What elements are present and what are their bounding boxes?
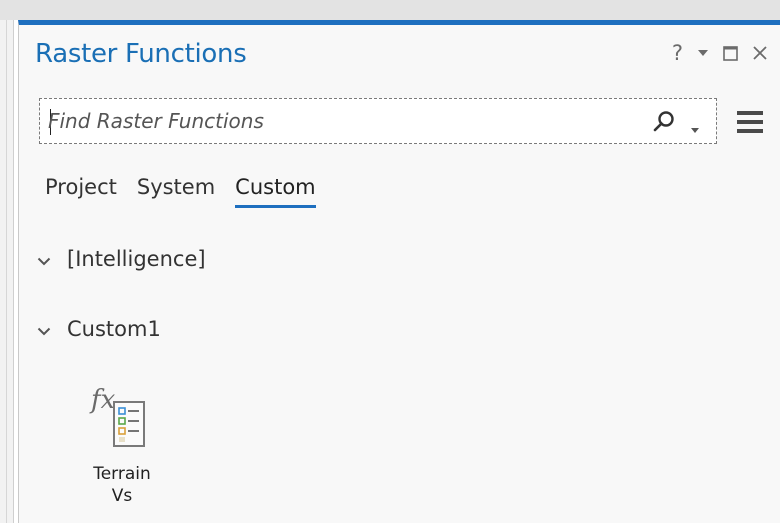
group-header-intelligence[interactable]: [Intelligence]	[37, 247, 206, 271]
search-options-chevron-down-icon[interactable]	[690, 119, 700, 138]
tab-system[interactable]: System	[137, 175, 215, 208]
tab-custom[interactable]: Custom	[235, 175, 316, 208]
maximize-icon[interactable]	[723, 39, 738, 67]
raster-functions-pane: Raster Functions ? Find Raster Functions…	[18, 20, 780, 523]
app-background	[0, 0, 780, 20]
group-header-custom1[interactable]: Custom1	[37, 317, 161, 341]
function-label: Terrain Vs	[93, 464, 151, 506]
group-label: [Intelligence]	[67, 247, 206, 271]
close-icon[interactable]	[752, 39, 768, 67]
chevron-down-icon[interactable]	[37, 247, 51, 271]
search-input[interactable]	[48, 105, 628, 137]
group-label: Custom1	[67, 317, 161, 341]
pane-title: Raster Functions	[35, 39, 247, 69]
fx-raster-function-icon: fx	[81, 385, 163, 455]
chevron-down-icon[interactable]	[37, 317, 51, 341]
raster-function-tile[interactable]: fx Terrain Vs	[81, 385, 163, 515]
hamburger-menu-icon[interactable]	[737, 111, 763, 137]
tab-project[interactable]: Project	[45, 175, 117, 208]
pane-window-controls: ?	[672, 39, 768, 67]
category-tabs: Project System Custom	[45, 175, 316, 208]
search-icon[interactable]	[652, 110, 676, 138]
help-button[interactable]: ?	[672, 39, 683, 67]
dock-splitter[interactable]	[0, 20, 14, 523]
search-box[interactable]	[39, 98, 717, 144]
pane-options-dropdown-icon[interactable]	[697, 39, 709, 67]
